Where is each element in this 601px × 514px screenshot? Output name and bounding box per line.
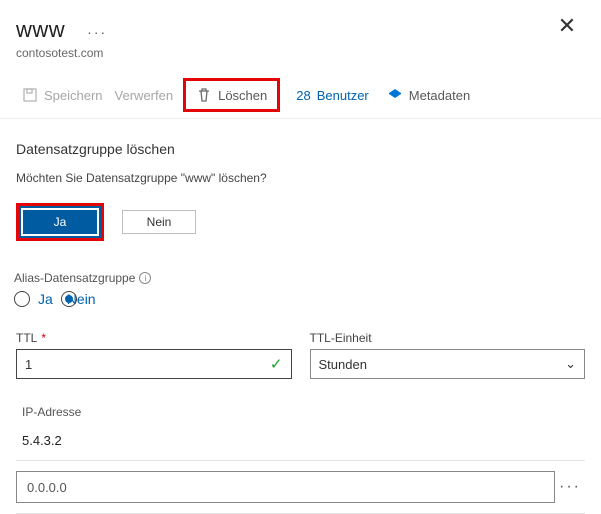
confirm-no-label: Nein [147,215,172,229]
discard-button: Verwerfen [109,84,180,107]
more-menu[interactable]: ··· [87,24,107,40]
ttl-unit-select[interactable]: Stunden ⌄ [310,349,586,379]
radio-no[interactable] [61,291,77,307]
discard-label: Verwerfen [115,88,174,103]
users-count: 28 [296,88,310,103]
confirm-yes-button[interactable]: Ja [23,210,97,234]
save-button: Speichern [16,83,109,107]
confirm-title: Datensatzgruppe löschen [16,141,585,157]
close-icon: ✕ [558,13,576,39]
ip-placeholder: 0.0.0.0 [27,480,67,495]
alias-radio-group[interactable]: Ja Nein [14,291,587,307]
users-link[interactable]: 28 Benutzer [290,84,375,107]
chevron-down-icon: ⌄ [565,356,576,372]
delete-label: Löschen [218,88,267,103]
ttl-value: 1 [25,357,270,372]
ttl-unit-value: Stunden [319,357,367,372]
confirm-yes-label: Ja [54,215,67,229]
save-icon [22,87,38,103]
confirm-no-button[interactable]: Nein [122,210,196,234]
metadata-button[interactable]: Metadaten [381,83,476,107]
ip-new-input[interactable]: 0.0.0.0 [16,471,555,503]
breadcrumb: contosotest.com [16,46,585,60]
check-icon: ✓ [270,355,283,373]
alias-yes-label: Ja [38,291,53,307]
confirm-text: Möchten Sie Datensatzgruppe "www" lösche… [16,171,585,185]
required-mark: * [41,331,46,345]
tag-icon [387,87,403,103]
info-icon[interactable]: i [139,272,151,284]
save-label: Speichern [44,88,103,103]
alias-label: Alias-Datensatzgruppe [14,271,135,285]
trash-icon [196,87,212,103]
ttl-label: TTL [16,331,37,345]
ttl-unit-label: TTL-Einheit [310,331,372,345]
ip-row[interactable]: 5.4.3.2 [16,433,585,461]
delete-button[interactable]: Löschen [190,83,273,107]
radio-yes[interactable] [14,291,30,307]
page-title: www [16,17,65,43]
metadata-label: Metadaten [409,88,470,103]
close-button[interactable]: ✕ [549,8,585,44]
row-more-menu[interactable]: ··· [555,478,585,496]
ttl-input[interactable]: 1 ✓ [16,349,292,379]
users-label: Benutzer [317,88,369,103]
ip-label: IP-Adresse [22,405,585,419]
